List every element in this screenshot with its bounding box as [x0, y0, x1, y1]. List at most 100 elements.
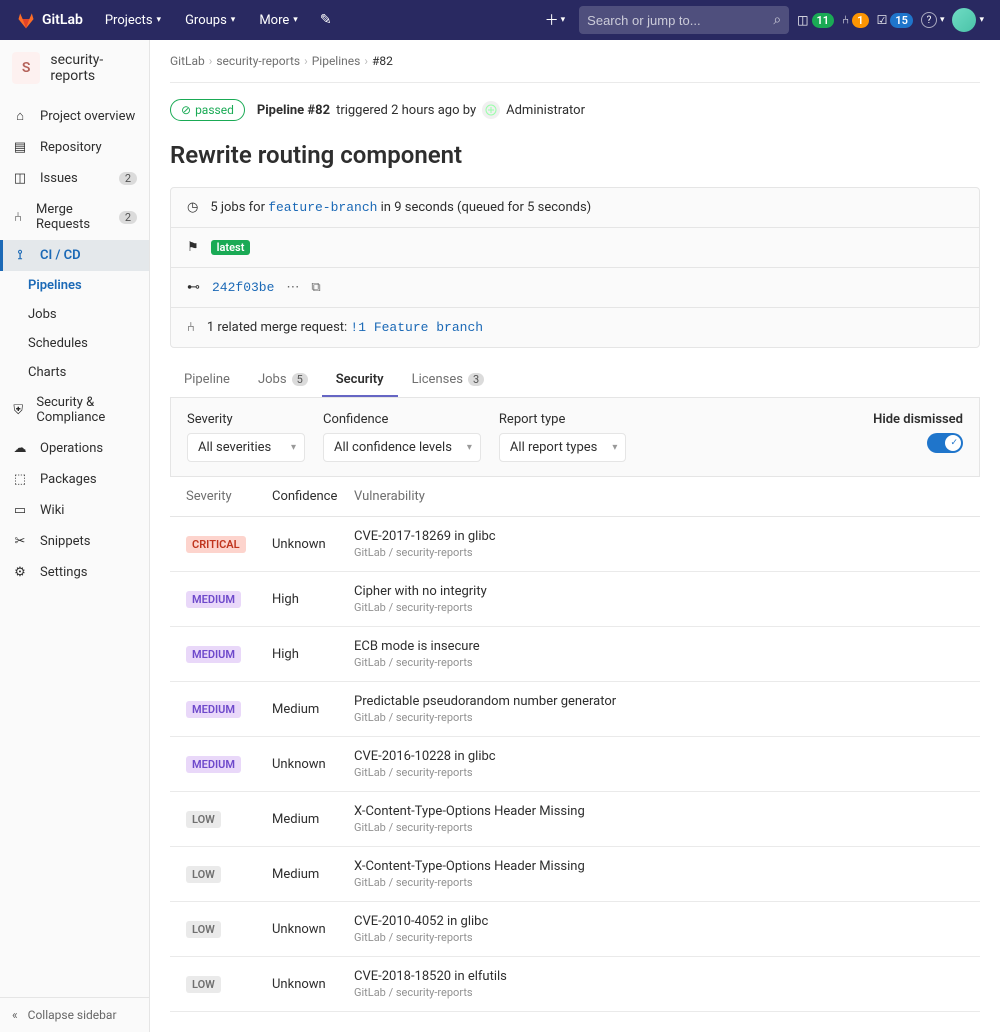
pipeline-info-box: ◷ 5 jobs for feature-branch in 9 seconds… [170, 187, 980, 348]
copy-icon[interactable]: ⧉ [311, 280, 320, 295]
more-icon[interactable]: ⋯ [286, 280, 299, 295]
chevron-down-icon: ▾ [157, 15, 162, 25]
tanuki-icon [16, 10, 36, 30]
severity-select[interactable]: All severities▾ [187, 433, 305, 462]
sidebar-item-packages[interactable]: ⬚Packages [0, 464, 149, 495]
sidebar-item-security-compliance[interactable]: ⛨Security & Compliance [0, 387, 149, 433]
tab-licenses[interactable]: Licenses3 [398, 362, 499, 397]
clock-icon: ◷ [187, 200, 198, 215]
vulnerability-title: CVE-2016-10228 in glibc [354, 749, 964, 764]
vulnerability-path: GitLab / security-reports [354, 546, 964, 559]
table-row[interactable]: LOW Medium X-Content-Type-Options Header… [170, 847, 980, 902]
pipeline-tabs: PipelineJobs5SecurityLicenses3 [170, 362, 980, 398]
hide-dismissed-toggle[interactable]: ✓ [927, 433, 963, 453]
sidebar-item-project-overview[interactable]: ⌂Project overview [0, 100, 149, 132]
breadcrumb-link[interactable]: GitLab [170, 54, 205, 68]
sidebar: S security-reports ⌂Project overview▤Rep… [0, 40, 150, 1032]
table-row[interactable]: MEDIUM High Cipher with no integrity Git… [170, 572, 980, 627]
table-row[interactable]: MEDIUM Medium Predictable pseudorandom n… [170, 682, 980, 737]
header-confidence: Confidence [272, 489, 354, 504]
severity-badge: MEDIUM [186, 646, 241, 663]
sidebar-item-label: Repository [40, 140, 102, 155]
table-header: Severity Confidence Vulnerability [170, 477, 980, 517]
vulnerability-title: X-Content-Type-Options Header Missing [354, 804, 964, 819]
sidebar-subitem-pipelines[interactable]: Pipelines [0, 271, 149, 300]
gear-icon: ⚙ [12, 565, 28, 580]
nav-todos-link[interactable]: ☑15 [877, 13, 913, 28]
security-filters: Severity All severities▾ Confidence All … [170, 398, 980, 477]
filter-confidence: Confidence All confidence levels▾ [323, 412, 481, 462]
tab-jobs[interactable]: Jobs5 [244, 362, 322, 397]
table-row[interactable]: MEDIUM Unknown CVE-2016-10228 in glibc G… [170, 737, 980, 792]
sidebar-item-settings[interactable]: ⚙Settings [0, 557, 149, 588]
filter-severity: Severity All severities▾ [187, 412, 305, 462]
table-row[interactable]: MEDIUM High ECB mode is insecure GitLab … [170, 627, 980, 682]
sidebar-item-label: Wiki [40, 503, 64, 518]
gitlab-logo[interactable]: GitLab [16, 10, 83, 30]
check-icon: ✓ [950, 438, 958, 448]
vulnerability-path: GitLab / security-reports [354, 656, 964, 669]
new-dropdown[interactable]: ＋▾ [539, 10, 572, 30]
breadcrumb-link[interactable]: security-reports [216, 54, 300, 68]
book-icon: ▭ [12, 503, 28, 518]
chevron-down-icon: ▾ [561, 15, 566, 25]
help-dropdown[interactable]: ?▾ [921, 12, 945, 28]
mr-link[interactable]: !1 Feature branch [350, 320, 483, 335]
nav-more[interactable]: More▾ [249, 0, 307, 40]
report-type-select[interactable]: All report types▾ [499, 433, 626, 462]
user-menu[interactable]: ▾ [952, 8, 984, 32]
status-badge-passed[interactable]: ⊘ passed [170, 99, 245, 121]
plus-icon: ＋ [545, 10, 559, 30]
collapse-sidebar[interactable]: « Collapse sidebar [0, 997, 149, 1032]
web-ide-icon[interactable]: ✎ [320, 12, 332, 28]
confidence-cell: Medium [272, 867, 354, 882]
branch-link[interactable]: feature-branch [268, 200, 377, 215]
sidebar-item-label: Project overview [40, 109, 135, 124]
admin-avatar-icon [482, 101, 500, 119]
sidebar-item-merge-requests[interactable]: ⑃Merge Requests2 [0, 194, 149, 240]
table-row[interactable]: LOW Unknown CVE-2010-4052 in glibc GitLa… [170, 902, 980, 957]
rocket-icon: ⟟ [12, 248, 28, 263]
chevron-down-icon: ▾ [979, 15, 984, 25]
sidebar-subitem-schedules[interactable]: Schedules [0, 329, 149, 358]
project-header[interactable]: S security-reports [0, 40, 149, 100]
brand-text: GitLab [42, 12, 83, 28]
severity-badge: MEDIUM [186, 591, 241, 608]
sidebar-item-ci-cd[interactable]: ⟟CI / CD [0, 240, 149, 271]
table-row[interactable]: LOW Unknown CVE-2018-18520 in elfutils G… [170, 957, 980, 1012]
check-circle-icon: ⊘ [181, 103, 191, 117]
search-input[interactable] [587, 13, 773, 28]
nav-issues-link[interactable]: ◫11 [797, 13, 834, 28]
severity-badge: LOW [186, 921, 221, 938]
table-row[interactable]: CRITICAL Unknown CVE-2017-18269 in glibc… [170, 517, 980, 572]
sidebar-item-repository[interactable]: ▤Repository [0, 132, 149, 163]
chevron-down-icon: ▾ [231, 15, 236, 25]
confidence-select[interactable]: All confidence levels▾ [323, 433, 481, 462]
nav-mr-link[interactable]: ⑃1 [842, 13, 869, 28]
vulnerability-path: GitLab / security-reports [354, 821, 964, 834]
latest-row: ⚑ latest [171, 228, 979, 268]
breadcrumb-link[interactable]: Pipelines [312, 54, 361, 68]
table-row[interactable]: LOW Medium X-Content-Type-Options Header… [170, 792, 980, 847]
sidebar-item-operations[interactable]: ☁Operations [0, 433, 149, 464]
confidence-cell: Unknown [272, 537, 354, 552]
sidebar-item-snippets[interactable]: ✂Snippets [0, 526, 149, 557]
commit-link[interactable]: 242f03be [212, 280, 274, 295]
nav-projects[interactable]: Projects▾ [95, 0, 171, 40]
tab-pipeline[interactable]: Pipeline [170, 362, 244, 397]
search-box[interactable]: ⌕ [579, 6, 789, 34]
nav-groups[interactable]: Groups▾ [175, 0, 245, 40]
sidebar-item-issues[interactable]: ◫Issues2 [0, 163, 149, 194]
sidebar-item-wiki[interactable]: ▭ Wiki [0, 495, 149, 526]
sidebar-count: 2 [119, 211, 137, 224]
package-icon: ⬚ [12, 472, 28, 487]
sidebar-subitem-charts[interactable]: Charts [0, 358, 149, 387]
filter-report-type: Report type All report types▾ [499, 412, 626, 462]
sidebar-subitem-jobs[interactable]: Jobs [0, 300, 149, 329]
commit-row: ⊷ 242f03be ⋯ ⧉ [171, 268, 979, 308]
issues-icon: ◫ [797, 13, 808, 27]
tab-security[interactable]: Security [322, 362, 398, 397]
vulnerability-table: Severity Confidence Vulnerability CRITIC… [170, 477, 980, 1012]
chevron-down-icon: ▾ [293, 15, 298, 25]
avatar-icon [952, 8, 976, 32]
